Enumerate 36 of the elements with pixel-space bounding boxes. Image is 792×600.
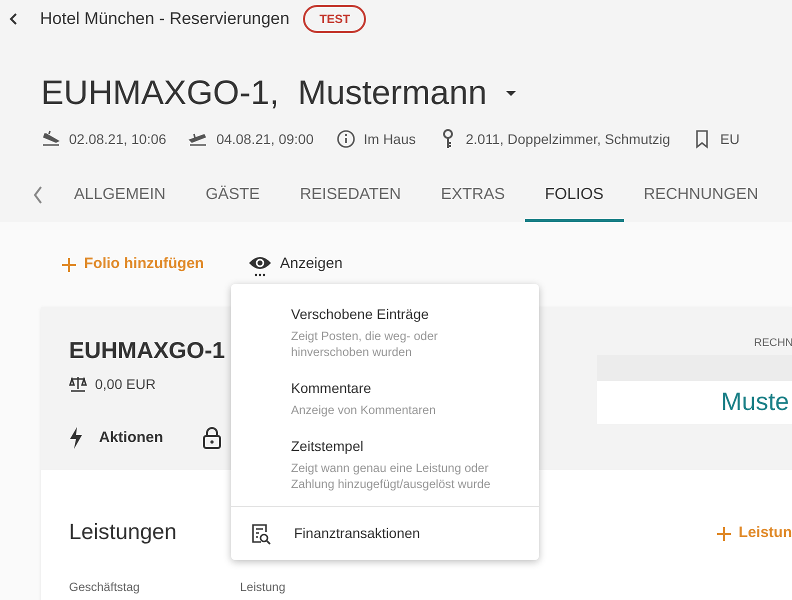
tab[interactable]: GÄSTE: [186, 167, 280, 222]
lock-icon[interactable]: [203, 426, 222, 449]
folio-balance: 0,00 EUR: [95, 374, 156, 394]
page-title: Hotel München - Reservierungen: [40, 8, 290, 30]
lightning-icon: [69, 426, 83, 449]
meta-text: Im Haus: [364, 130, 416, 148]
meta-text: 02.08.21, 10:06: [69, 130, 166, 148]
actions-button[interactable]: Aktionen: [69, 426, 164, 449]
scale-icon: [69, 376, 87, 392]
column-header: Leistung: [240, 579, 286, 596]
folio-title: EUHMAXGO-1: [69, 336, 225, 365]
scroll-left-icon[interactable]: [32, 185, 44, 205]
tab[interactable]: REISEDATEN: [280, 167, 421, 222]
meta-text: 2.011, Doppelzimmer, Schmutzig: [466, 130, 670, 149]
landing-plane-icon: [41, 129, 61, 149]
document-search-icon: [250, 522, 272, 544]
view-button[interactable]: Anzeigen: [248, 252, 343, 276]
plus-icon: [716, 526, 731, 540]
tab[interactable]: RECHNUNGEN: [624, 167, 778, 222]
column-label: RECHN: [753, 336, 792, 351]
environment-badge: TEST: [303, 5, 366, 33]
plus-icon: [62, 258, 76, 272]
tab[interactable]: EXTRAS: [420, 167, 525, 222]
menu-item[interactable]: Kommentare Anzeige von Kommentaren: [231, 374, 539, 418]
reservation-title: EUHMAXGO-1, Mustermann: [41, 73, 487, 114]
meta-text: 04.08.21, 09:00: [216, 130, 314, 148]
column-header: Geschäftstag: [69, 579, 141, 596]
info-icon: [336, 129, 356, 149]
menu-item[interactable]: Zeitstempel Zeigt wann genau eine Leistung oder Zahlung hinzugefügt/ausgelöst wurde: [231, 432, 539, 492]
caret-icon[interactable]: [504, 90, 517, 96]
tab[interactable]: ALLGEMEIN: [54, 167, 186, 222]
menu-item[interactable]: Verschobene Einträge Zeigt Posten, die weg- oder hinverschoben wurden: [231, 300, 539, 360]
recipient-name: Muste: [597, 381, 792, 424]
section-title: Leistungen: [69, 518, 177, 546]
meta-text: EU: [720, 130, 740, 148]
tab[interactable]: FOLIOS: [524, 167, 624, 222]
